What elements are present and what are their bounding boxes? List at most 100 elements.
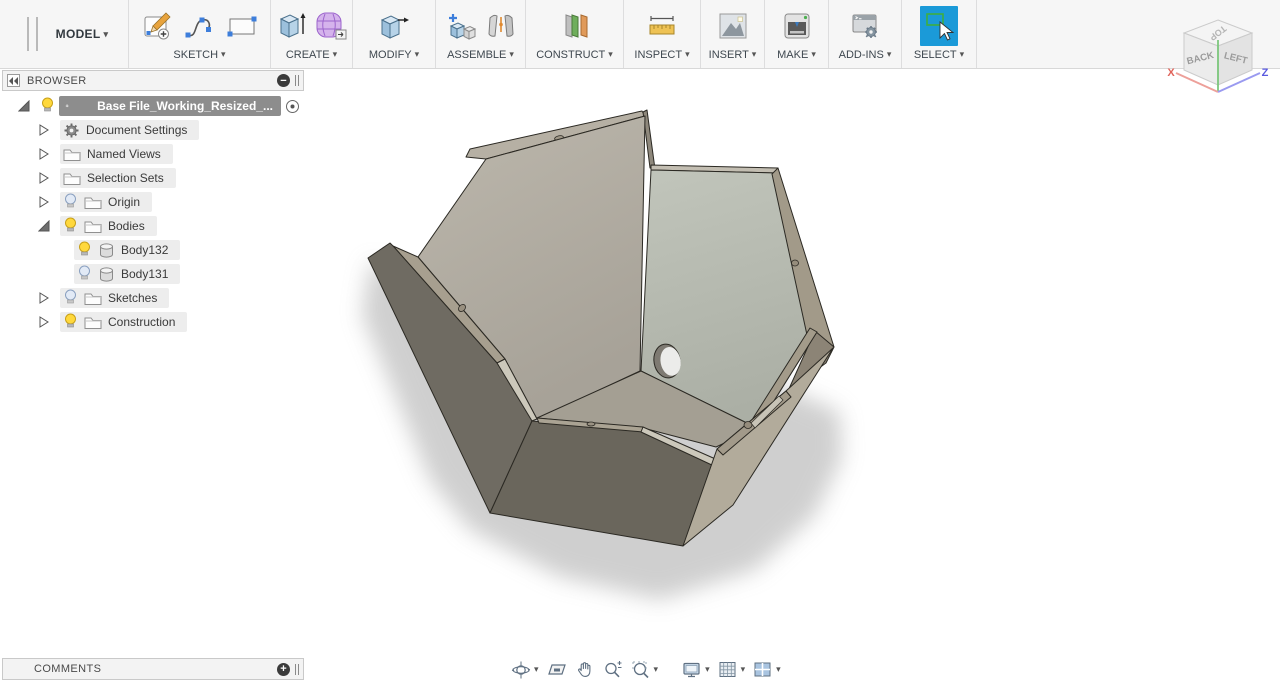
toolbar-group-inspect: INSPECT — [623, 0, 700, 68]
two-point-rectangle-button[interactable] — [223, 6, 261, 46]
pan-button[interactable] — [572, 658, 598, 682]
group-label-make[interactable]: MAKE — [777, 49, 816, 61]
lightbulb-on-icon[interactable] — [63, 217, 78, 235]
tree-row-root[interactable]: Base File_Working_Resized_... — [0, 94, 305, 118]
tree-row-body132[interactable]: Body132 — [0, 238, 305, 262]
folder-icon — [63, 149, 81, 161]
press-pull-icon — [380, 15, 409, 39]
new-component-button[interactable] — [444, 6, 480, 46]
construction-plane-button[interactable] — [556, 6, 594, 46]
make-button[interactable] — [778, 6, 816, 46]
group-label-addins[interactable]: ADD-INS — [839, 49, 892, 61]
viewports-button[interactable] — [750, 658, 784, 682]
tree-row-document-settings[interactable]: Document Settings — [0, 118, 305, 142]
extrude-button[interactable] — [275, 6, 309, 46]
folder-icon — [84, 221, 102, 233]
comments-resize-handle[interactable] — [295, 663, 299, 675]
collapsed-arrow-icon[interactable] — [38, 148, 50, 160]
body-icon — [100, 266, 113, 282]
toolbar-drag-handle[interactable] — [27, 17, 38, 51]
create-form-button[interactable] — [313, 6, 349, 46]
tree-item[interactable]: Bodies — [60, 216, 157, 236]
browser-remove-button[interactable]: − — [277, 74, 290, 87]
collapsed-arrow-icon[interactable] — [38, 124, 50, 136]
construct-plane-icon — [565, 14, 587, 38]
main-toolbar: MODEL ▾ SKETCH ▾ CREATE ▾ MODIFY ▾ ASSEM… — [0, 0, 1280, 69]
tree-item-label: Origin — [108, 195, 141, 209]
tree-item-label: Bodies — [108, 219, 145, 233]
group-label-modify[interactable]: MODIFY — [369, 49, 419, 61]
tree-item-root[interactable]: Base File_Working_Resized_... — [59, 96, 281, 116]
browser-resize-handle[interactable] — [295, 75, 299, 86]
lightbulb-off-icon[interactable] — [63, 193, 78, 211]
tree-row-sketches[interactable]: Sketches — [0, 286, 305, 310]
expanded-arrow-icon[interactable] — [18, 100, 30, 112]
screw-hole — [791, 259, 799, 267]
workspace-label[interactable]: MODEL — [56, 27, 109, 41]
activate-component-radio[interactable] — [285, 99, 300, 114]
tree-row-bodies[interactable]: Bodies — [0, 214, 305, 238]
orbit-icon — [511, 661, 531, 679]
tree-item[interactable]: Construction — [60, 312, 188, 332]
tree-row-named-views[interactable]: Named Views — [0, 142, 305, 166]
expanded-arrow-icon[interactable] — [38, 220, 50, 232]
display-settings-icon — [683, 662, 700, 678]
lightbulb-off-icon[interactable] — [63, 289, 78, 307]
group-label-insert[interactable]: INSERT — [709, 49, 757, 61]
comments-header[interactable]: COMMENTS + — [2, 658, 304, 680]
tree-item[interactable]: Sketches — [60, 288, 170, 308]
insert-button[interactable] — [714, 6, 752, 46]
lightbulb-off-icon[interactable] — [77, 265, 92, 283]
tree-row-body131[interactable]: Body131 — [0, 262, 305, 286]
browser-tree: Base File_Working_Resized_... Document S… — [0, 94, 305, 334]
zoom-window-button[interactable] — [628, 658, 662, 682]
workspace-switcher[interactable]: MODEL — [0, 0, 128, 68]
form-icon — [316, 12, 346, 40]
create-sketch-button[interactable] — [139, 6, 177, 46]
body-icon — [100, 242, 113, 258]
view-cube[interactable]: TOP BACK LEFT X Z — [1164, 10, 1272, 118]
group-label-create[interactable]: CREATE — [286, 49, 337, 61]
tree-item[interactable]: Body131 — [74, 264, 181, 284]
scripts-add-ins-icon — [852, 14, 877, 38]
orbit-button[interactable] — [508, 658, 542, 682]
zoom-button[interactable] — [600, 658, 626, 682]
collapsed-arrow-icon[interactable] — [38, 172, 50, 184]
grid-button[interactable] — [715, 658, 749, 682]
group-label-sketch[interactable]: SKETCH — [173, 49, 225, 61]
press-pull-button[interactable] — [375, 6, 413, 46]
create-sketch-icon — [144, 12, 171, 40]
group-label-assemble[interactable]: ASSEMBLE — [447, 49, 514, 61]
tree-item[interactable]: Origin — [60, 192, 153, 212]
tree-row-construction[interactable]: Construction — [0, 310, 305, 334]
joint-button[interactable] — [484, 6, 518, 46]
collapsed-arrow-icon[interactable] — [38, 196, 50, 208]
tree-item[interactable]: Document Settings — [60, 120, 200, 140]
select-button[interactable] — [920, 6, 958, 46]
joint-icon — [487, 14, 514, 37]
collapsed-arrow-icon[interactable] — [38, 316, 50, 328]
tree-item[interactable]: Named Views — [60, 144, 173, 164]
group-label-construct[interactable]: CONSTRUCT — [536, 49, 613, 61]
lightbulb-on-icon[interactable] — [63, 313, 78, 331]
tree-row-selection-sets[interactable]: Selection Sets — [0, 166, 305, 190]
toolbar-group-construct: CONSTRUCT — [525, 0, 623, 68]
lightbulb-on-icon[interactable] — [77, 241, 92, 259]
tree-row-origin[interactable]: Origin — [0, 190, 305, 214]
look-at-button[interactable] — [544, 658, 570, 682]
tree-item[interactable]: Selection Sets — [60, 168, 176, 188]
browser-header: BROWSER − — [2, 70, 304, 91]
measure-button[interactable] — [643, 6, 681, 46]
add-comment-button[interactable]: + — [277, 662, 290, 676]
group-label-select[interactable]: SELECT — [914, 49, 964, 61]
collapsed-arrow-icon[interactable] — [38, 292, 50, 304]
browser-collapse-button[interactable] — [7, 74, 20, 87]
lightbulb-on-icon[interactable] — [40, 97, 55, 115]
z-axis-label[interactable]: Z — [1262, 67, 1269, 79]
add-ins-button[interactable] — [846, 6, 884, 46]
display-settings-button[interactable] — [679, 658, 713, 682]
tree-item[interactable]: Body132 — [74, 240, 181, 260]
group-label-inspect[interactable]: INSPECT — [634, 49, 689, 61]
x-axis-label[interactable]: X — [1167, 67, 1175, 79]
spline-button[interactable] — [181, 6, 219, 46]
